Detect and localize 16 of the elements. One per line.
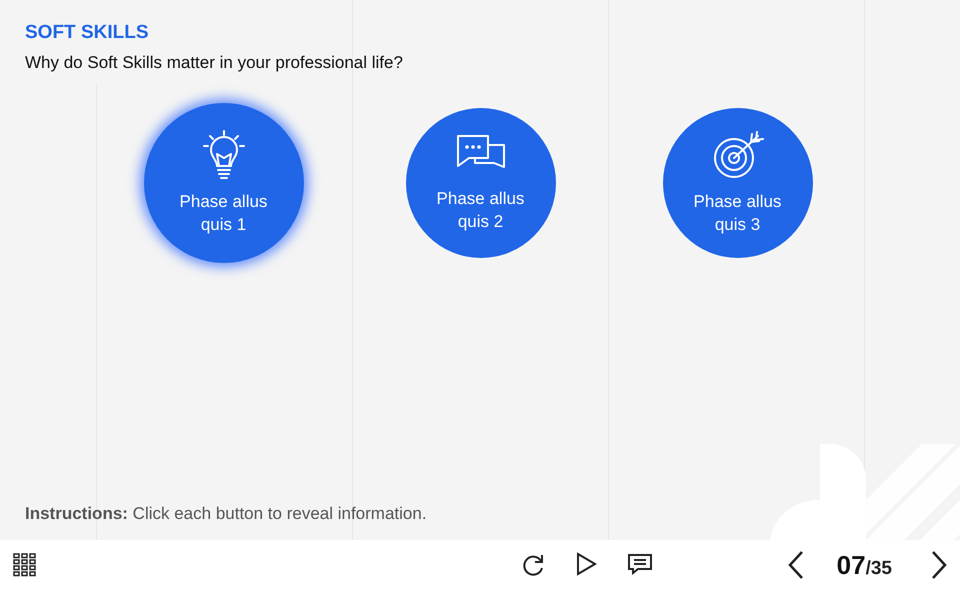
phase-button[interactable]: Phase allus quis 1 <box>144 103 304 263</box>
target-arrow-icon <box>712 130 764 180</box>
menu-grid-icon[interactable] <box>12 553 38 577</box>
comment-icon[interactable] <box>627 552 654 578</box>
next-icon[interactable] <box>930 550 948 580</box>
phase-button[interactable]: Phase allus quis 2 <box>406 108 556 258</box>
total-pages: /35 <box>866 558 892 580</box>
instructions-text: Instructions: Click each button to reveal information. <box>25 504 428 524</box>
current-page: 07 <box>836 550 866 580</box>
slide-question: Why do Soft Skills matter in your professional life? <box>25 53 404 73</box>
play-icon[interactable] <box>575 552 598 578</box>
replay-icon[interactable] <box>521 552 546 578</box>
lightbulb-icon <box>202 130 246 180</box>
slide-title: SOFT SKILLS <box>25 22 150 44</box>
phase-button[interactable]: Phase allus quis 3 <box>662 108 812 258</box>
previous-icon[interactable] <box>786 550 805 580</box>
